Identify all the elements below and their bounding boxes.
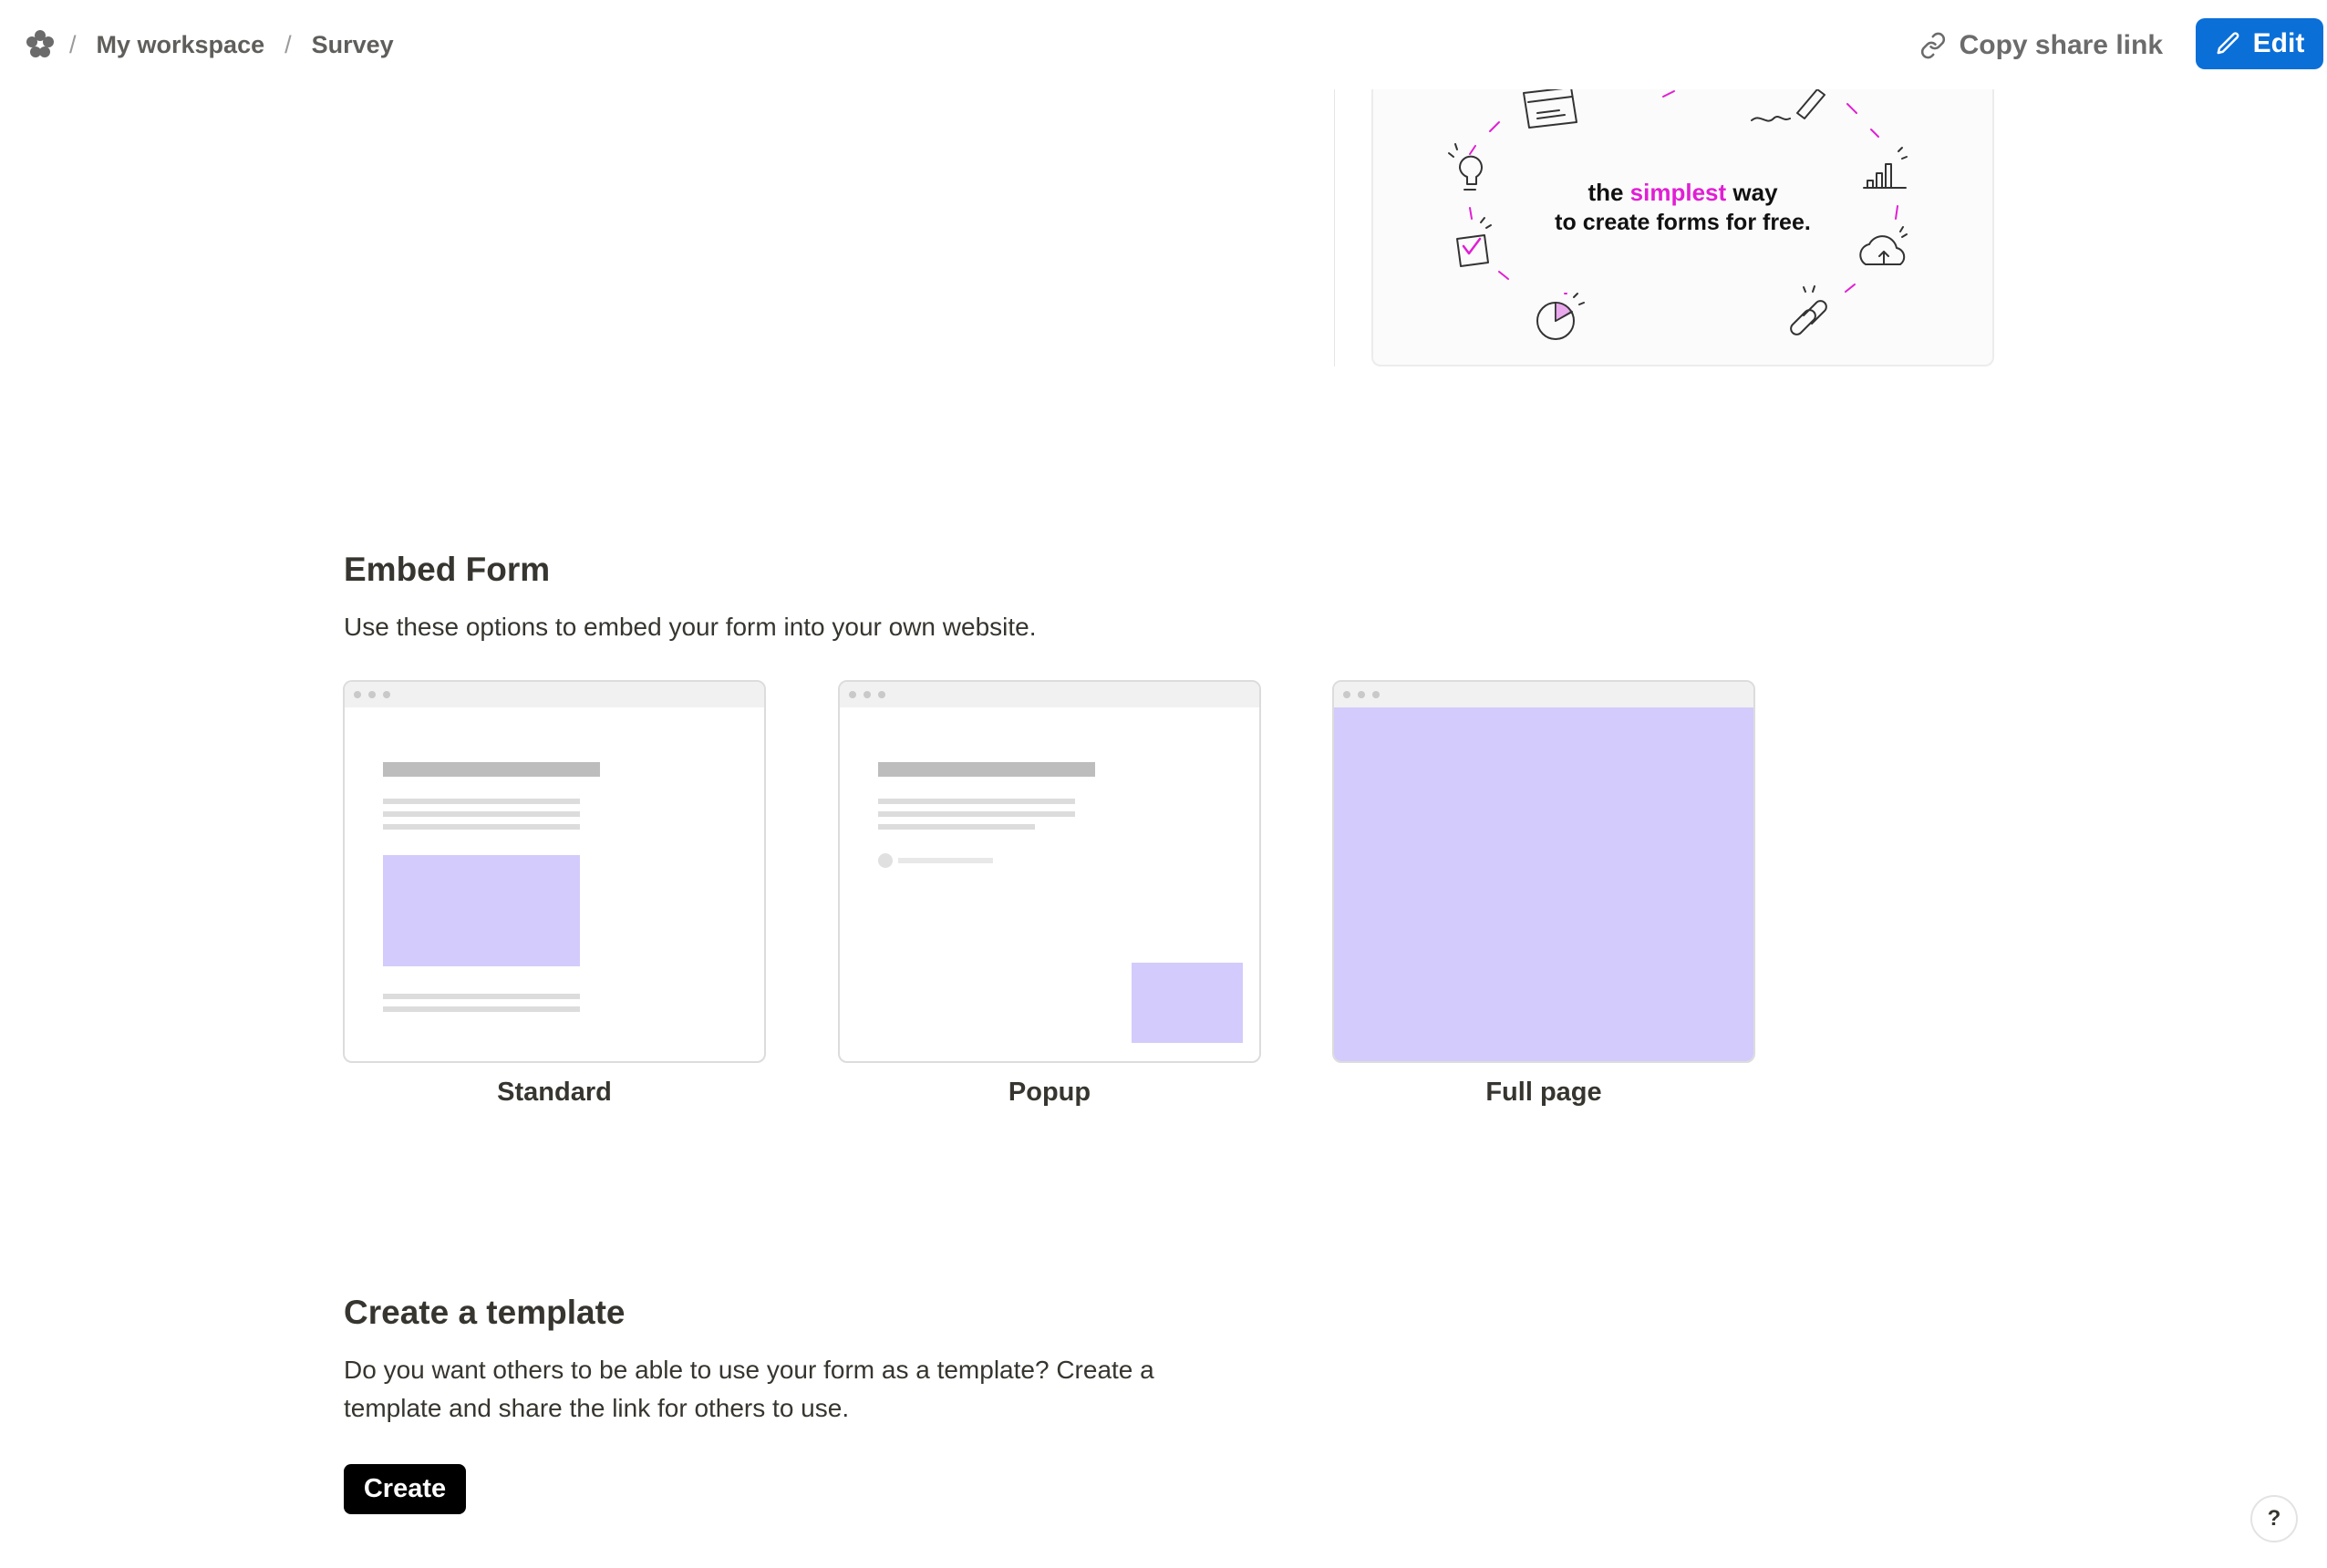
embed-option-popup-label: Popup xyxy=(1008,1078,1091,1107)
top-bar: / My workspace / Survey Copy share link … xyxy=(0,0,2327,89)
embed-option-standard[interactable] xyxy=(343,680,766,1063)
placeholder-line xyxy=(383,811,580,817)
window-dot xyxy=(383,691,390,698)
edit-button[interactable]: Edit xyxy=(2196,18,2323,69)
window-dot xyxy=(864,691,871,698)
window-dot xyxy=(1343,691,1350,698)
window-dot xyxy=(354,691,361,698)
placeholder-heading xyxy=(878,762,1095,777)
placeholder-line xyxy=(383,799,580,804)
edit-label: Edit xyxy=(2252,28,2305,58)
placeholder-line xyxy=(898,858,993,863)
window-dot xyxy=(368,691,376,698)
placeholder-line xyxy=(383,824,580,830)
embed-option-standard-label: Standard xyxy=(497,1078,612,1107)
embed-section-description: Use these options to embed your form int… xyxy=(344,613,1037,641)
copy-share-link-label: Copy share link xyxy=(1959,30,2163,60)
window-dot xyxy=(1372,691,1380,698)
pencil-icon xyxy=(2217,32,2239,55)
breadcrumb: / My workspace / Survey xyxy=(69,27,394,62)
placeholder-line xyxy=(383,1006,580,1012)
cover-banner: the simplest way to create forms for fre… xyxy=(1371,86,1994,366)
placeholder-line xyxy=(878,811,1075,817)
embed-option-full-page[interactable] xyxy=(1332,680,1755,1063)
template-section-description: Do you want others to be able to use you… xyxy=(344,1356,1154,1422)
breadcrumb-separator: / xyxy=(69,30,77,58)
window-dot xyxy=(878,691,885,698)
breadcrumb-separator: / xyxy=(284,30,292,58)
banner-line-1-suffix: way xyxy=(1732,179,1778,206)
browser-chrome xyxy=(345,682,764,707)
window-dot xyxy=(849,691,856,698)
embed-option-popup[interactable] xyxy=(838,680,1261,1063)
banner-line-1: the simplest way xyxy=(1373,177,1992,208)
embed-option-full-page-label: Full page xyxy=(1485,1078,1602,1107)
banner-line-1-prefix: the xyxy=(1588,179,1624,206)
workspace-logo-icon[interactable] xyxy=(24,27,57,60)
embedded-form-preview xyxy=(383,855,580,966)
copy-share-link-button[interactable]: Copy share link xyxy=(1919,26,2163,66)
template-section-title: Create a template xyxy=(344,1294,626,1331)
help-icon: ? xyxy=(2267,1506,2281,1531)
banner-highlight-word: simplest xyxy=(1629,179,1727,206)
window-dot xyxy=(1358,691,1365,698)
browser-chrome xyxy=(1334,682,1753,707)
banner-text: the simplest way to create forms for fre… xyxy=(1373,177,1992,237)
link-icon xyxy=(1920,32,1945,59)
browser-chrome xyxy=(840,682,1259,707)
placeholder-line xyxy=(878,799,1075,804)
breadcrumb-workspace[interactable]: My workspace xyxy=(97,31,265,59)
placeholder-radio xyxy=(878,853,893,868)
column-divider xyxy=(1334,89,1335,366)
full-page-form-preview xyxy=(1334,707,1753,1061)
placeholder-heading xyxy=(383,762,600,777)
help-button[interactable]: ? xyxy=(2250,1495,2298,1542)
popup-form-preview xyxy=(1132,963,1243,1043)
placeholder-line xyxy=(878,824,1035,830)
breadcrumb-survey[interactable]: Survey xyxy=(312,31,394,59)
embed-section-title: Embed Form xyxy=(344,551,551,588)
placeholder-line xyxy=(383,994,580,999)
banner-line-2: to create forms for free. xyxy=(1555,210,1811,235)
create-template-button[interactable]: Create xyxy=(344,1464,466,1514)
